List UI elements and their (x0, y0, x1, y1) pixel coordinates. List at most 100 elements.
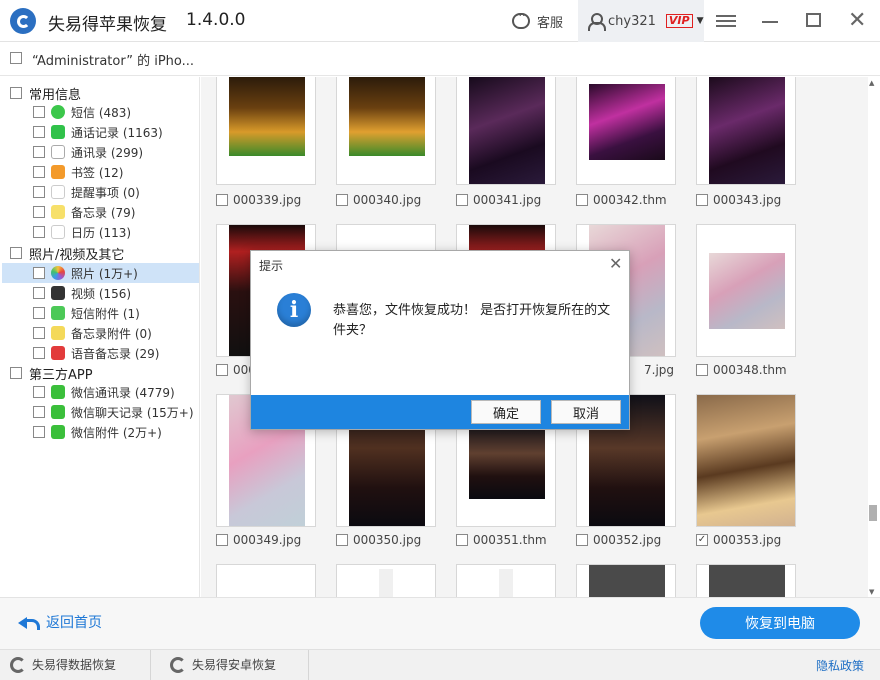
sidebar-item-wechat-chats[interactable]: 微信聊天记录 (15万+) (33, 402, 194, 422)
photo-thumbnail[interactable] (336, 77, 436, 185)
sidebar-item-wechat-contacts[interactable]: 微信通讯录 (4779) (33, 382, 175, 402)
photo-thumbnail[interactable] (456, 77, 556, 185)
file-label[interactable]: 000342.thm (576, 193, 667, 207)
file-label[interactable]: ✓ 000353.jpg (696, 533, 781, 547)
photo-thumbnail[interactable] (216, 77, 316, 185)
sidebar-item-calls[interactable]: 通话记录 (1163) (33, 122, 163, 142)
item-checkbox[interactable] (33, 186, 45, 198)
sidebar-item-sms[interactable]: 短信 (483) (33, 102, 131, 122)
hamburger-menu-icon[interactable] (716, 15, 736, 17)
file-name: 000340.jpg (353, 193, 422, 207)
back-home-button[interactable]: 返回首页 (18, 612, 102, 632)
item-checkbox[interactable] (33, 347, 45, 359)
item-checkbox[interactable] (33, 166, 45, 178)
sidebar-item-contacts[interactable]: 通讯录 (299) (33, 142, 143, 162)
sidebar-category-common[interactable]: 常用信息 (10, 83, 81, 103)
photo-thumbnail[interactable] (696, 394, 796, 527)
file-label[interactable]: 000340.jpg (336, 193, 421, 207)
recover-to-computer-button[interactable]: 恢复到电脑 (700, 607, 860, 639)
file-checkbox[interactable] (576, 534, 588, 546)
device-checkbox[interactable] (10, 52, 22, 64)
privacy-policy-link[interactable]: 隐私政策 (816, 657, 864, 674)
sidebar-item-sms-attachments[interactable]: 短信附件 (1) (33, 303, 140, 323)
dialog-close-icon[interactable]: ✕ (609, 254, 622, 273)
file-label[interactable]: 000352.jpg (576, 533, 661, 547)
file-checkbox[interactable] (696, 194, 708, 206)
scroll-up-arrow[interactable]: ▲ (869, 79, 874, 87)
photo-thumbnail[interactable] (576, 564, 676, 597)
file-name: 000353.jpg (713, 533, 782, 547)
file-checkbox[interactable] (576, 194, 588, 206)
android-recovery-link[interactable]: 失易得安卓恢复 (170, 656, 276, 673)
item-checkbox[interactable] (33, 327, 45, 339)
file-checkbox[interactable] (456, 534, 468, 546)
sidebar-item-wechat-attachments[interactable]: 微信附件 (2万+) (33, 422, 162, 442)
scrollbar-thumb[interactable] (869, 505, 877, 521)
close-window-button[interactable]: ✕ (848, 10, 866, 32)
file-checkbox[interactable] (216, 534, 228, 546)
sidebar-item-calendar[interactable]: 日历 (113) (33, 222, 131, 242)
customer-service-button[interactable]: 客服 (512, 0, 563, 42)
item-checkbox[interactable] (33, 426, 45, 438)
file-checkbox-checked[interactable]: ✓ (696, 534, 708, 546)
file-checkbox[interactable] (456, 194, 468, 206)
photo-thumbnail[interactable] (576, 77, 676, 185)
sidebar-item-notes-attachments[interactable]: 备忘录附件 (0) (33, 323, 152, 343)
sidebar-category-third-party[interactable]: 第三方APP (10, 363, 93, 383)
file-checkbox[interactable] (336, 534, 348, 546)
photo-thumbnail[interactable] (696, 77, 796, 185)
vip-badge: VIP (665, 14, 693, 28)
photo-image (697, 395, 795, 526)
file-checkbox[interactable] (696, 364, 708, 376)
photo-thumbnail[interactable] (696, 224, 796, 357)
confirm-button[interactable]: 确定 (471, 400, 541, 424)
sidebar-item-reminders[interactable]: 提醒事项 (0) (33, 182, 140, 202)
file-checkbox[interactable] (216, 194, 228, 206)
item-checkbox[interactable] (33, 406, 45, 418)
item-checkbox[interactable] (33, 206, 45, 218)
divider (308, 650, 309, 680)
chevron-down-icon[interactable]: ▼ (697, 16, 704, 26)
category-checkbox[interactable] (10, 247, 22, 259)
photo-thumbnail[interactable] (696, 564, 796, 597)
sidebar-item-voice-memos[interactable]: 语音备忘录 (29) (33, 343, 159, 363)
item-checkbox[interactable] (33, 126, 45, 138)
sidebar-item-video[interactable]: 视频 (156) (33, 283, 131, 303)
file-checkbox[interactable] (336, 194, 348, 206)
maximize-button[interactable] (806, 13, 821, 27)
divider (150, 650, 151, 680)
file-label[interactable]: 000341.jpg (456, 193, 541, 207)
file-label[interactable]: 000343.jpg (696, 193, 781, 207)
scroll-down-arrow[interactable]: ▼ (869, 588, 874, 596)
sidebar-item-notes[interactable]: 备忘录 (79) (33, 202, 135, 222)
file-checkbox[interactable] (216, 364, 228, 376)
sidebar-item-label: 照片 (1万+) (71, 266, 138, 281)
sidebar-item-photos[interactable]: 照片 (1万+) (33, 263, 138, 283)
sidebar-item-bookmarks[interactable]: 书签 (12) (33, 162, 123, 182)
minimize-button[interactable] (762, 21, 778, 23)
photo-thumbnail[interactable] (336, 564, 436, 597)
user-account-button[interactable]: chy321 VIP ▼ (578, 0, 704, 42)
item-checkbox[interactable] (33, 267, 45, 279)
data-recovery-link[interactable]: 失易得数据恢复 (10, 656, 116, 673)
file-label[interactable]: 000349.jpg (216, 533, 301, 547)
item-checkbox[interactable] (33, 106, 45, 118)
category-checkbox[interactable] (10, 87, 22, 99)
item-checkbox[interactable] (33, 226, 45, 238)
item-checkbox[interactable] (33, 386, 45, 398)
file-label[interactable]: 000348.thm (696, 363, 787, 377)
file-label[interactable]: 7.jpg (644, 363, 674, 377)
sidebar-category-media[interactable]: 照片/视频及其它 (10, 243, 124, 263)
file-label[interactable]: 000350.jpg (336, 533, 421, 547)
photo-thumbnail[interactable] (216, 564, 316, 597)
item-checkbox[interactable] (33, 307, 45, 319)
item-checkbox[interactable] (33, 287, 45, 299)
file-label[interactable]: 000339.jpg (216, 193, 301, 207)
category-checkbox[interactable] (10, 367, 22, 379)
cancel-button[interactable]: 取消 (551, 400, 621, 424)
photos-icon (51, 266, 65, 280)
photo-thumbnail[interactable] (456, 564, 556, 597)
file-label[interactable]: 000351.thm (456, 533, 547, 547)
voice-memo-icon (51, 346, 65, 360)
item-checkbox[interactable] (33, 146, 45, 158)
